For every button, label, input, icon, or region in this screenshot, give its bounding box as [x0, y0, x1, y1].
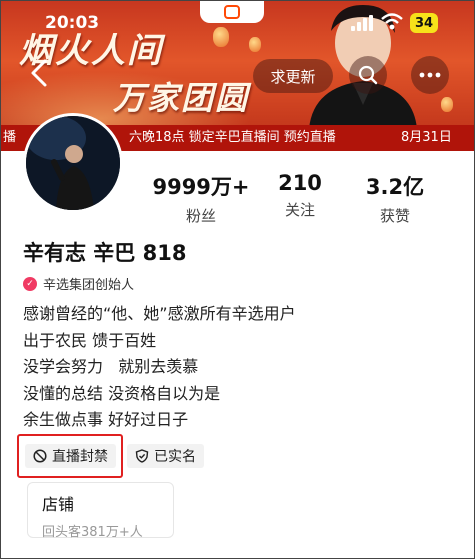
stat-label: 获赞: [379, 207, 410, 225]
verification-badge: ✓ 辛选集团创始人: [23, 274, 134, 293]
shop-subtitle: 回头客381万+人: [42, 525, 143, 540]
highlight-box: [17, 434, 123, 478]
lantern-decoration: [213, 27, 229, 47]
ticker-text: 六晚18点 锁定辛巴直播间 预约直播: [129, 130, 336, 145]
avatar-image: [26, 116, 120, 210]
lantern-decoration: [249, 37, 261, 52]
avatar[interactable]: [23, 113, 123, 213]
bio-line: 余生做点事 好好过日子: [23, 410, 189, 429]
verified-check-icon: ✓: [23, 276, 37, 291]
stat-followers[interactable]: 9999万+ 粉丝: [146, 171, 256, 226]
banner-slogan-line2: 万家团圆: [113, 79, 250, 117]
wifi-icon: [381, 13, 403, 30]
profile-bio: 感谢曾经的“他、她”感激所有辛选用户 出于农民 馈于百姓 没学会努力 就别去羡慕…: [23, 301, 296, 434]
shop-card[interactable]: 店铺 回头客381万+人: [27, 482, 174, 540]
shop-title: 店铺: [42, 495, 75, 514]
more-options-button[interactable]: [411, 56, 449, 94]
search-icon: [358, 65, 378, 85]
stat-label: 关注: [284, 201, 315, 219]
bio-line: 出于农民 馈于百姓: [23, 330, 157, 350]
ticker-left-text: 播: [3, 130, 17, 145]
stat-likes[interactable]: 3.2亿 获赞: [340, 171, 450, 226]
battery-indicator: 34: [410, 13, 438, 33]
stat-value: 3.2亿: [365, 175, 425, 199]
profile-screen: 烟火人间 万家团圆 20:03 快手 34 求更新: [0, 0, 475, 559]
signal-icon: [351, 15, 373, 31]
kuaishou-logo-icon: [224, 5, 240, 19]
profile-name: 辛有志 辛巴 818: [23, 241, 187, 265]
stat-value: 210: [278, 171, 322, 195]
bio-line: 没学会努力 就别去羡慕: [23, 357, 199, 376]
search-button[interactable]: [349, 56, 387, 94]
more-dots-icon: [419, 72, 441, 78]
lantern-decoration: [441, 97, 453, 112]
back-arrow-icon[interactable]: [21, 55, 65, 91]
tag-label: 已实名: [154, 449, 196, 465]
request-update-button[interactable]: 求更新: [253, 59, 333, 93]
ticker-date: 8月31日: [401, 130, 452, 145]
stat-value: 9999万+: [152, 175, 250, 199]
app-badge: 快手: [200, 1, 264, 23]
verification-text: 辛选集团创始人: [43, 278, 135, 293]
real-name-tag[interactable]: 已实名: [127, 444, 204, 468]
bio-line: 没懂的总结 没资格自以为是: [23, 383, 221, 403]
stat-following[interactable]: 210 关注: [245, 171, 355, 220]
bio-line: 感谢曾经的“他、她”感激所有辛选用户: [23, 304, 296, 323]
shield-check-icon: [135, 449, 149, 463]
status-time: 20:03: [45, 13, 100, 33]
stat-label: 粉丝: [185, 207, 216, 225]
